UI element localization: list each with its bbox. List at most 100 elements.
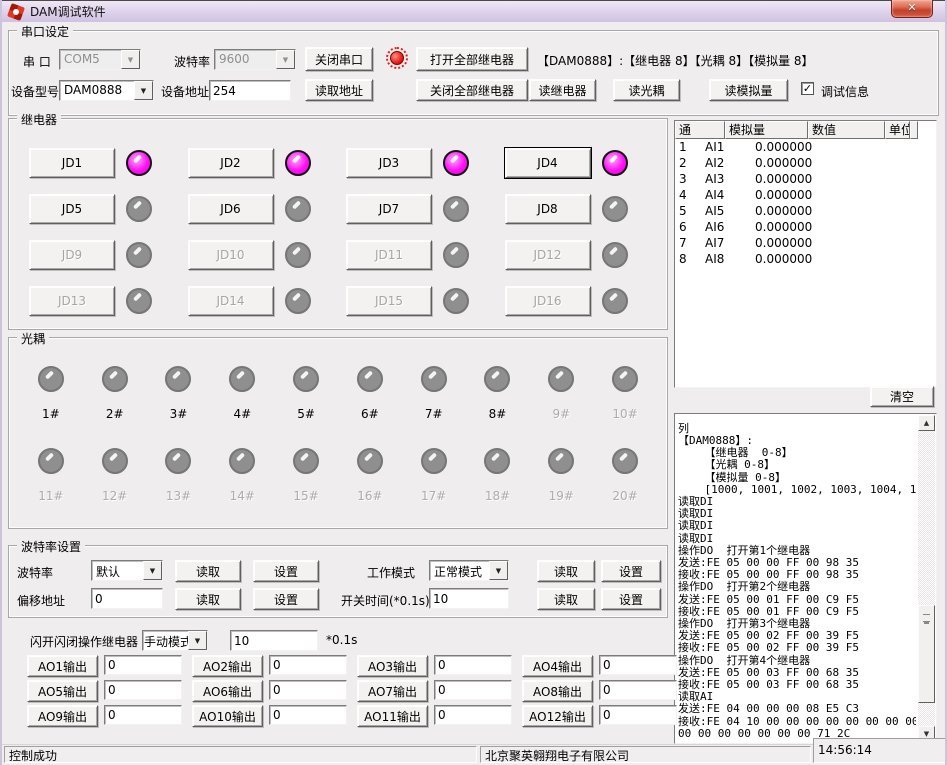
close-button[interactable]: ✕ [891,0,933,18]
relay-button[interactable]: JD3 [346,148,432,178]
relay-button[interactable]: JD16 [505,286,591,316]
relay-button[interactable]: JD6 [188,194,274,224]
empty-cell [911,203,936,219]
ao-output-button[interactable]: AO2输出 [192,655,263,677]
ao-output-input[interactable] [269,705,347,725]
baud-select[interactable]: 9600 ▼ [214,49,296,70]
baud-set-button[interactable]: 设置 [253,560,319,582]
read-relay-button[interactable]: 读继电器 [529,79,596,101]
ao-output-button[interactable]: AO4输出 [522,655,593,677]
read-analog-button[interactable]: 读模拟量 [709,79,788,101]
ao-output-input[interactable] [269,680,347,700]
ao-output-input[interactable] [599,705,677,725]
ao-output-button[interactable]: AO1输出 [27,655,98,677]
analog-table-header-cell[interactable]: 通 [675,121,725,139]
switch-time-input[interactable] [429,588,509,609]
relay-button[interactable]: JD11 [346,240,432,270]
title-bar[interactable]: DAM调试软件 [2,0,945,22]
ao-output-button[interactable]: AO11输出 [357,705,428,727]
read-opto-button[interactable]: 读光耦 [613,79,680,101]
analog-table-header-cell[interactable]: 单位 [885,121,910,139]
offset-addr-input[interactable] [91,588,163,609]
value-cell: 0.000000 [751,251,834,267]
ao-output-button[interactable]: AO9输出 [27,705,98,727]
opto-cell: 20# [593,448,657,503]
relay-button[interactable]: JD4 [505,148,591,178]
dropdown-arrow-icon[interactable]: ▼ [134,81,153,100]
table-row[interactable]: 7 AI7 0.000000 [675,235,936,251]
model-select[interactable]: DAM0888 ▼ [59,80,154,101]
dropdown-arrow-icon[interactable]: ▼ [188,631,207,650]
ao-output-button[interactable]: AO3输出 [357,655,428,677]
relay-indicator [126,150,152,176]
relay-button[interactable]: JD2 [188,148,274,178]
work-mode-select[interactable]: 正常模式 ▼ [429,560,509,581]
relay-button[interactable]: JD1 [29,148,115,178]
ao-output-input[interactable] [434,655,512,675]
log-panel[interactable]: 列【DAM0888】: 【继电器 0-8】 【光耦 0-8】 【模拟量 0-8】… [674,413,937,744]
relay-button[interactable]: JD13 [29,286,115,316]
relay-group-label: 继电器 [17,111,61,128]
table-row[interactable]: 6 AI6 0.000000 [675,219,936,235]
read-addr-button[interactable]: 读取地址 [305,79,373,101]
flash-time-input[interactable] [230,630,318,651]
dropdown-arrow-icon[interactable]: ▼ [121,50,140,69]
dropdown-arrow-icon[interactable]: ▼ [489,561,508,580]
flash-mode-select[interactable]: 手动模式 ▼ [142,630,208,651]
scroll-up-button[interactable]: ▲ [918,415,935,431]
scrollbar-thumb[interactable] [918,605,935,703]
ao-output-input[interactable] [104,705,182,725]
dropdown-arrow-icon[interactable]: ▼ [276,50,295,69]
device-addr-input[interactable] [209,80,291,101]
switch-time-set-button[interactable]: 设置 [601,588,661,610]
offset-read-button[interactable]: 读取 [175,588,241,610]
log-scrollbar[interactable]: ▲ ▼ [918,415,935,742]
table-row[interactable]: 8 AI8 0.000000 [675,251,936,267]
relay-button[interactable]: JD15 [346,286,432,316]
relay-button[interactable]: JD10 [188,240,274,270]
table-row[interactable]: 5 AI5 0.000000 [675,203,936,219]
ao-output-input[interactable] [434,705,512,725]
ao-output-button[interactable]: AO7输出 [357,680,428,702]
debug-info-checkbox[interactable]: ✓ [801,82,814,95]
relay-button[interactable]: JD12 [505,240,591,270]
close-port-button[interactable]: 关闭串口 [305,47,373,71]
ao-output-input[interactable] [269,655,347,675]
baud2-select[interactable]: 默认 ▼ [91,560,163,581]
close-all-relays-button[interactable]: 关闭全部继电器 [416,79,528,101]
ao-output-input[interactable] [104,680,182,700]
ao-output-button[interactable]: AO6输出 [192,680,263,702]
ao-output-button[interactable]: AO5输出 [27,680,98,702]
relay-button[interactable]: JD5 [29,194,115,224]
relay-button[interactable]: JD7 [346,194,432,224]
analog-table-header-cell[interactable] [910,121,918,139]
table-row[interactable]: 4 AI4 0.000000 [675,187,936,203]
table-row[interactable]: 1 AI1 0.000000 [675,139,936,155]
work-mode-set-button[interactable]: 设置 [601,560,661,582]
table-row[interactable]: 3 AI3 0.000000 [675,171,936,187]
switch-time-read-button[interactable]: 读取 [537,588,595,610]
relay-button[interactable]: JD14 [188,286,274,316]
ao-output-button[interactable]: AO8输出 [522,680,593,702]
analog-table-header-cell[interactable]: 模拟量 [725,121,808,139]
analog-table-header-cell[interactable]: 数值 [808,121,885,139]
offset-set-button[interactable]: 设置 [253,588,319,610]
opto-label: 20# [612,489,637,503]
ao-output-input[interactable] [434,680,512,700]
dropdown-arrow-icon[interactable]: ▼ [143,561,162,580]
ao-output-input[interactable] [104,655,182,675]
table-row[interactable]: 2 AI2 0.000000 [675,155,936,171]
ao-output-button[interactable]: AO10输出 [192,705,263,727]
relay-button[interactable]: JD8 [505,194,591,224]
clear-log-button[interactable]: 清空 [870,386,934,407]
ao-output-button[interactable]: AO12输出 [522,705,593,727]
relay-cell: JD10 [188,232,347,278]
work-mode-read-button[interactable]: 读取 [537,560,595,582]
log-line: 读取DI [678,496,916,508]
open-all-relays-button[interactable]: 打开全部继电器 [416,47,528,71]
relay-button[interactable]: JD9 [29,240,115,270]
baud-read-button[interactable]: 读取 [175,560,241,582]
ao-output-input[interactable] [599,680,677,700]
com-port-select[interactable]: COM5 ▼ [59,49,141,70]
ao-output-input[interactable] [599,655,677,675]
